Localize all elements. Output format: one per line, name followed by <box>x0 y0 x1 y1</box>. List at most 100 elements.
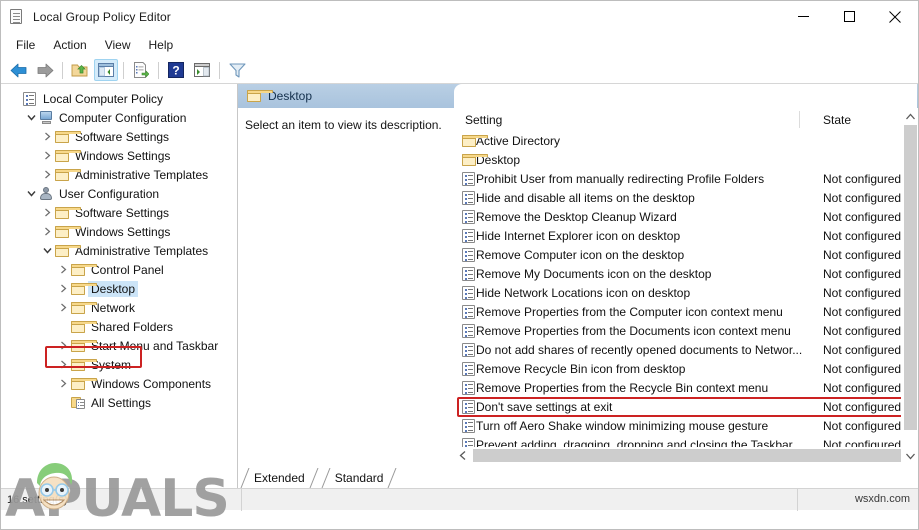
table-row[interactable]: Desktop <box>454 150 918 169</box>
tree-item-software-settings[interactable]: Software Settings <box>1 203 237 222</box>
tree-item-user-configuration[interactable]: User Configuration <box>1 184 237 203</box>
table-row[interactable]: Prohibit User from manually redirecting … <box>454 169 918 188</box>
vertical-scroll-thumb[interactable] <box>904 125 917 430</box>
folder-icon <box>55 168 81 181</box>
folder-icon <box>71 263 97 276</box>
horizontal-scroll-thumb[interactable] <box>473 449 905 462</box>
tree-item-windows-settings[interactable]: Windows Settings <box>1 222 237 241</box>
tab-standard[interactable]: Standard <box>321 467 397 489</box>
table-row[interactable]: Hide Internet Explorer icon on desktop No… <box>454 226 918 245</box>
menu-file[interactable]: File <box>7 35 44 55</box>
setting-name: Remove Properties from the Documents ico… <box>476 323 791 338</box>
chevron-right-icon[interactable] <box>39 224 55 240</box>
scroll-up-icon[interactable] <box>902 108 918 125</box>
chevron-right-icon[interactable] <box>55 300 71 316</box>
folder-icon <box>71 282 97 295</box>
policy-icon <box>454 361 476 376</box>
table-row[interactable]: Remove My Documents icon on the desktop N… <box>454 264 918 283</box>
chevron-down-icon[interactable] <box>23 186 39 202</box>
table-row[interactable]: Prevent adding, dragging, dropping and c… <box>454 435 918 447</box>
up-one-level-icon[interactable] <box>68 59 92 81</box>
tab-standard-label: Standard <box>334 471 384 485</box>
menu-help[interactable]: Help <box>140 35 183 55</box>
table-row[interactable]: Remove Properties from the Recycle Bin c… <box>454 378 918 397</box>
chevron-right-icon[interactable] <box>55 262 71 278</box>
setting-name: Remove Properties from the Recycle Bin c… <box>476 380 769 395</box>
chevron-right-icon[interactable] <box>55 357 71 373</box>
chevron-right-icon[interactable] <box>55 338 71 354</box>
tree-item-label: Administrative Templates <box>75 167 209 182</box>
table-row[interactable]: Remove the Desktop Cleanup Wizard Not con… <box>454 207 918 226</box>
back-icon[interactable] <box>7 59 31 81</box>
folder-icon <box>71 339 97 352</box>
tree-item-shared-folders[interactable]: Shared Folders <box>1 317 237 336</box>
chevron-down-icon[interactable] <box>23 110 39 126</box>
table-row[interactable]: Hide and disable all items on the deskto… <box>454 188 918 207</box>
scroll-down-icon[interactable] <box>902 447 918 464</box>
minimize-button[interactable] <box>780 1 826 32</box>
setting-name: Remove My Documents icon on the desktop <box>476 266 712 281</box>
table-row[interactable]: Remove Recycle Bin icon from desktop Not … <box>454 359 918 378</box>
chevron-right-icon[interactable] <box>39 205 55 221</box>
tree-item-administrative-templates[interactable]: Administrative Templates <box>1 165 237 184</box>
policy-icon <box>454 342 476 357</box>
folder-icon <box>71 301 97 314</box>
results-content: Select an item to view its description. … <box>238 108 918 464</box>
maximize-button[interactable] <box>826 1 872 32</box>
table-row[interactable]: Hide Network Locations icon on desktop No… <box>454 283 918 302</box>
table-row[interactable]: Turn off Aero Shake window minimizing mo… <box>454 416 918 435</box>
tree-item-label: Software Settings <box>75 129 170 144</box>
menu-action[interactable]: Action <box>44 35 95 55</box>
tree-item-windows-components[interactable]: Windows Components <box>1 374 237 393</box>
vertical-scrollbar[interactable] <box>901 108 918 464</box>
close-button[interactable] <box>872 1 918 32</box>
table-row[interactable]: Do not add shares of recently opened doc… <box>454 340 918 359</box>
tree-item-computer-configuration[interactable]: Computer Configuration <box>1 108 237 127</box>
table-row[interactable]: Don't save settings at exit Not configure… <box>454 397 918 416</box>
table-row[interactable]: Remove Properties from the Documents ico… <box>454 321 918 340</box>
chevron-right-icon[interactable] <box>55 281 71 297</box>
table-row[interactable]: Remove Computer icon on the desktop Not c… <box>454 245 918 264</box>
tree-item-label: User Configuration <box>59 186 160 201</box>
tree-item-network[interactable]: Network <box>1 298 237 317</box>
tree-item-control-panel[interactable]: Control Panel <box>1 260 237 279</box>
toolbar-separator <box>123 61 124 79</box>
folder-icon <box>71 358 97 371</box>
tree-item-label: All Settings <box>91 395 152 410</box>
tree-item-windows-settings[interactable]: Windows Settings <box>1 146 237 165</box>
table-row[interactable]: Active Directory <box>454 131 918 150</box>
show-hide-console-tree-icon[interactable] <box>94 59 118 81</box>
console-tree-pane: Local Computer Policy Computer Configurat… <box>1 84 238 488</box>
forward-icon[interactable] <box>33 59 57 81</box>
title-bar: Local Group Policy Editor <box>1 1 918 32</box>
description-text: Select an item to view its description. <box>245 118 442 132</box>
tree-item-software-settings[interactable]: Software Settings <box>1 127 237 146</box>
tab-extended[interactable]: Extended <box>240 467 319 489</box>
tree-item-all-settings[interactable]: All Settings <box>1 393 237 412</box>
tree-item-desktop[interactable]: Desktop <box>1 279 237 298</box>
filter-icon[interactable] <box>225 59 249 81</box>
setting-name: Don't save settings at exit <box>476 399 613 414</box>
tree-item-local-computer-policy[interactable]: Local Computer Policy <box>1 89 237 108</box>
show-hide-action-pane-icon[interactable] <box>190 59 214 81</box>
column-header-setting[interactable]: Setting <box>454 113 813 127</box>
tree-item-system[interactable]: System <box>1 355 237 374</box>
chevron-down-icon[interactable] <box>39 243 55 259</box>
scroll-left-icon[interactable] <box>454 447 471 464</box>
export-list-icon[interactable] <box>129 59 153 81</box>
chevron-right-icon[interactable] <box>39 148 55 164</box>
menu-view[interactable]: View <box>96 35 140 55</box>
folder-icon <box>71 320 97 333</box>
chevron-right-icon[interactable] <box>39 129 55 145</box>
policy-icon <box>454 209 476 224</box>
policy-icon <box>454 418 476 433</box>
chevron-right-icon[interactable] <box>39 167 55 183</box>
tree-item-administrative-templates[interactable]: Administrative Templates <box>1 241 237 260</box>
horizontal-scrollbar[interactable] <box>454 447 918 464</box>
tree-item-start-menu-and-taskbar[interactable]: Start Menu and Taskbar <box>1 336 237 355</box>
settings-list-pane: Setting State Active Directory Desktop Pro… <box>454 108 918 464</box>
chevron-right-icon[interactable] <box>55 376 71 392</box>
table-row[interactable]: Remove Properties from the Computer icon… <box>454 302 918 321</box>
help-icon[interactable]: ? <box>164 59 188 81</box>
